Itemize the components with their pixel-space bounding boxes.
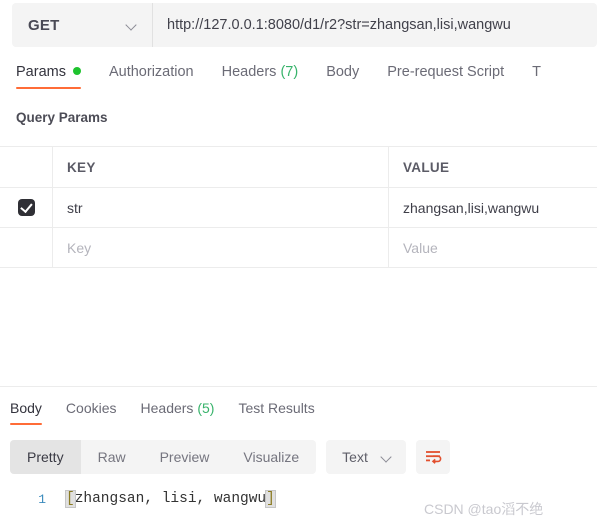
response-divider <box>0 386 597 387</box>
header-key-label: KEY <box>67 159 96 175</box>
header-value-cell: VALUE <box>389 147 597 187</box>
http-method-label: GET <box>28 16 60 34</box>
response-tab-cookies[interactable]: Cookies <box>66 398 117 425</box>
tab-params[interactable]: Params <box>16 62 81 89</box>
url-text: http://127.0.0.1:8080/d1/r2?str=zhangsan… <box>167 17 511 33</box>
view-mode-visualize[interactable]: Visualize <box>226 440 316 474</box>
watermark: CSDN @tao滔不绝 <box>424 501 544 517</box>
response-tab-cookies-label: Cookies <box>65 400 117 416</box>
response-format-selector[interactable]: Text <box>326 440 406 474</box>
header-checkbox-cell <box>0 147 53 187</box>
table-row: str zhangsan,lisi,wangwu <box>0 188 597 228</box>
header-value-label: VALUE <box>403 159 450 175</box>
response-body-text: zhangsan, lisi, wangwu <box>74 491 267 507</box>
tab-params-label: Params <box>16 64 66 80</box>
response-format-toolbar: Pretty Raw Preview Visualize Text <box>10 440 450 474</box>
view-mode-preview-label: Preview <box>159 449 210 465</box>
chevron-down-icon <box>127 20 138 31</box>
new-row-value-placeholder: Value <box>403 239 438 256</box>
tab-headers-label: Headers <box>221 64 277 80</box>
request-tab-bar: Params Authorization Headers (7) Body Pr… <box>0 62 597 96</box>
word-wrap-button[interactable] <box>415 440 450 474</box>
tab-headers-count: (7) <box>280 64 299 80</box>
view-mode-pretty-label: Pretty <box>27 449 64 465</box>
chevron-down-icon <box>382 452 393 463</box>
word-wrap-icon <box>425 451 442 464</box>
query-params-table: KEY VALUE str zhangsan,lisi,wangwu Key V… <box>0 146 597 268</box>
tab-headers[interactable]: Headers (7) <box>222 62 299 89</box>
tab-pre-request-script[interactable]: Pre-request Script <box>387 62 504 89</box>
response-tab-test-results-label: Test Results <box>238 400 315 416</box>
line-number: 1 <box>38 492 46 507</box>
response-tab-body[interactable]: Body <box>10 398 42 425</box>
tab-authorization-label: Authorization <box>108 64 194 80</box>
request-url-bar: GET http://127.0.0.1:8080/d1/r2?str=zhan… <box>12 3 597 47</box>
http-method-selector[interactable]: GET <box>12 3 153 47</box>
view-mode-segmented-control: Pretty Raw Preview Visualize <box>10 440 317 474</box>
response-body-code: [zhangsan, lisi, wangwu] <box>65 490 276 508</box>
view-mode-raw-label: Raw <box>97 449 126 465</box>
row-value-text: zhangsan,lisi,wangwu <box>403 199 540 216</box>
view-mode-preview[interactable]: Preview <box>143 440 227 474</box>
tab-tests-label: T <box>532 64 541 80</box>
response-tab-test-results[interactable]: Test Results <box>238 398 314 425</box>
tab-pre-request-script-label: Pre-request Script <box>387 64 505 80</box>
response-tab-headers[interactable]: Headers (5) <box>141 398 215 425</box>
row-key-cell[interactable]: str <box>53 188 389 227</box>
new-row-key-placeholder: Key <box>67 239 92 256</box>
view-mode-visualize-label: Visualize <box>243 449 300 465</box>
params-modified-dot-icon <box>72 67 81 75</box>
view-mode-raw[interactable]: Raw <box>81 440 143 474</box>
table-row-new: Key Value <box>0 228 597 268</box>
view-mode-pretty[interactable]: Pretty <box>10 440 81 474</box>
response-tab-headers-count: (5) <box>197 400 215 416</box>
header-key-cell: KEY <box>53 147 389 187</box>
tab-authorization[interactable]: Authorization <box>109 62 194 89</box>
row-enabled-checkbox[interactable] <box>17 199 35 216</box>
new-row-checkbox-cell <box>0 228 53 267</box>
row-value-cell[interactable]: zhangsan,lisi,wangwu <box>389 188 597 227</box>
response-tab-body-label: Body <box>10 400 42 416</box>
url-input[interactable]: http://127.0.0.1:8080/d1/r2?str=zhangsan… <box>153 3 597 47</box>
new-row-key-input[interactable]: Key <box>53 228 389 267</box>
row-checkbox-cell <box>0 188 53 227</box>
new-row-value-input[interactable]: Value <box>389 228 597 267</box>
table-header-row: KEY VALUE <box>0 147 597 188</box>
tab-body-label: Body <box>326 64 360 80</box>
close-bracket: ] <box>265 490 276 508</box>
response-format-label: Text <box>342 449 368 465</box>
open-bracket: [ <box>65 490 76 508</box>
response-tab-bar: Body Cookies Headers (5) Test Results <box>0 398 597 428</box>
tab-body[interactable]: Body <box>326 62 359 89</box>
query-params-title: Query Params <box>16 110 108 125</box>
response-tab-headers-label: Headers <box>140 400 194 416</box>
row-key-text: str <box>67 199 83 216</box>
tab-tests[interactable]: T <box>532 62 541 89</box>
